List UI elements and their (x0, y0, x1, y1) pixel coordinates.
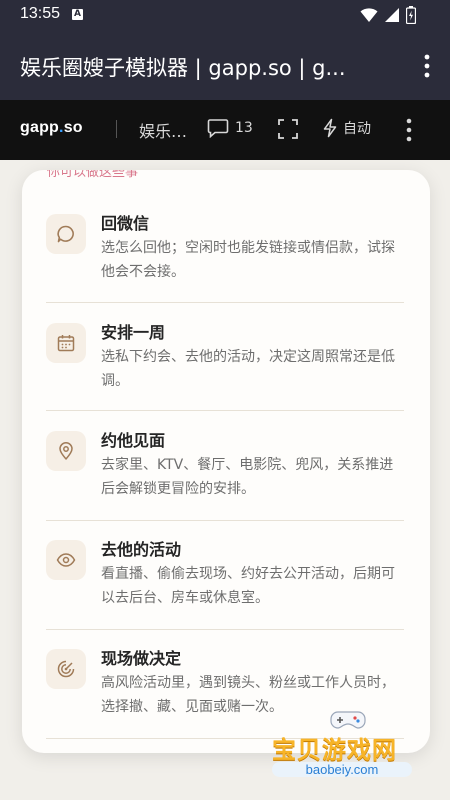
location-pin-icon (59, 442, 73, 460)
auto-label: 自动 (343, 121, 371, 137)
signal-icon (385, 8, 399, 22)
fullscreen-icon[interactable] (277, 118, 299, 140)
wifi-icon (360, 8, 378, 22)
comment-count: 13 (235, 120, 253, 136)
notification-icon: A (72, 9, 83, 20)
watermark-url: baobeiy.com (272, 762, 412, 777)
status-bar: 13:55 A (0, 0, 450, 30)
eye-icon (56, 553, 76, 567)
toolbar-divider (116, 120, 117, 138)
item-description: 看直播、偷偷去现场、约好去公开活动，后期可以去后台、房车或休息室。 (101, 566, 395, 606)
divider (46, 410, 404, 411)
chat-bubble-icon (57, 225, 74, 243)
overflow-menu-icon[interactable] (422, 54, 432, 78)
page-title: 娱乐圈嫂子模拟器 | gapp.so | g... (20, 56, 346, 80)
comments-button[interactable]: 13 (207, 118, 253, 138)
game-title[interactable]: 娱乐… (139, 118, 187, 142)
list-item: 安排一周 选私下约会、去他的活动，决定这周照常还是低调。 (46, 319, 404, 399)
item-title: 安排一周 (101, 323, 166, 342)
auto-play-button[interactable]: 自动 (322, 118, 371, 138)
game-toolbar: gapp.so 娱乐… 13 自动 (0, 100, 450, 160)
calendar-icon (57, 335, 75, 352)
radar-icon (57, 660, 75, 678)
icon-container (46, 540, 86, 580)
system-icons (360, 6, 416, 24)
divider (46, 302, 404, 303)
list-item: 约他见面 去家里、KTV、餐厅、电影院、兜风，关系推进后会解锁更冒险的安排。 (46, 427, 404, 507)
item-title: 约他见面 (101, 431, 166, 450)
lightning-icon (323, 118, 337, 138)
list-item: 去他的活动 看直播、偷偷去现场、约好去公开活动，后期可以去后台、房车或休息室。 (46, 536, 404, 616)
watermark-text: 宝贝游戏网 (272, 736, 397, 764)
gamepad-icon (330, 711, 366, 729)
icon-container (46, 431, 86, 471)
icon-container (46, 649, 86, 689)
divider (46, 520, 404, 521)
item-description: 选怎么回他；空闲时也能发链接或情侣款，试探他会不会接。 (101, 240, 395, 280)
item-title: 回微信 (101, 214, 150, 233)
item-description: 去家里、KTV、餐厅、电影院、兜风，关系推进后会解锁更冒险的安排。 (101, 457, 394, 497)
section-heading: 你可以做这些事 (47, 170, 139, 180)
more-options-icon[interactable] (404, 118, 414, 142)
status-time: 13:55 (20, 5, 61, 22)
app-bar: 娱乐圈嫂子模拟器 | gapp.so | g... (0, 30, 450, 100)
divider (46, 629, 404, 630)
list-item: 回微信 选怎么回他；空闲时也能发链接或情侣款，试探他会不会接。 (46, 210, 404, 290)
watermark: 宝贝游戏网 baobeiy.com (272, 708, 422, 788)
game-content: 你可以做这些事 回微信 选怎么回他；空闲时也能发链接或情侣款，试探他会不会接。 … (0, 160, 450, 800)
battery-icon (406, 6, 416, 24)
icon-container (46, 214, 86, 254)
item-title: 现场做决定 (101, 649, 182, 668)
comment-icon (207, 119, 229, 138)
brand-right: so (63, 119, 83, 136)
item-description: 选私下约会、去他的活动，决定这周照常还是低调。 (101, 349, 395, 389)
brand-logo[interactable]: gapp.so (20, 119, 83, 137)
icon-container (46, 323, 86, 363)
item-title: 去他的活动 (101, 540, 182, 559)
actions-card: 你可以做这些事 回微信 选怎么回他；空闲时也能发链接或情侣款，试探他会不会接。 … (22, 170, 430, 753)
brand-left: gapp (20, 119, 60, 136)
